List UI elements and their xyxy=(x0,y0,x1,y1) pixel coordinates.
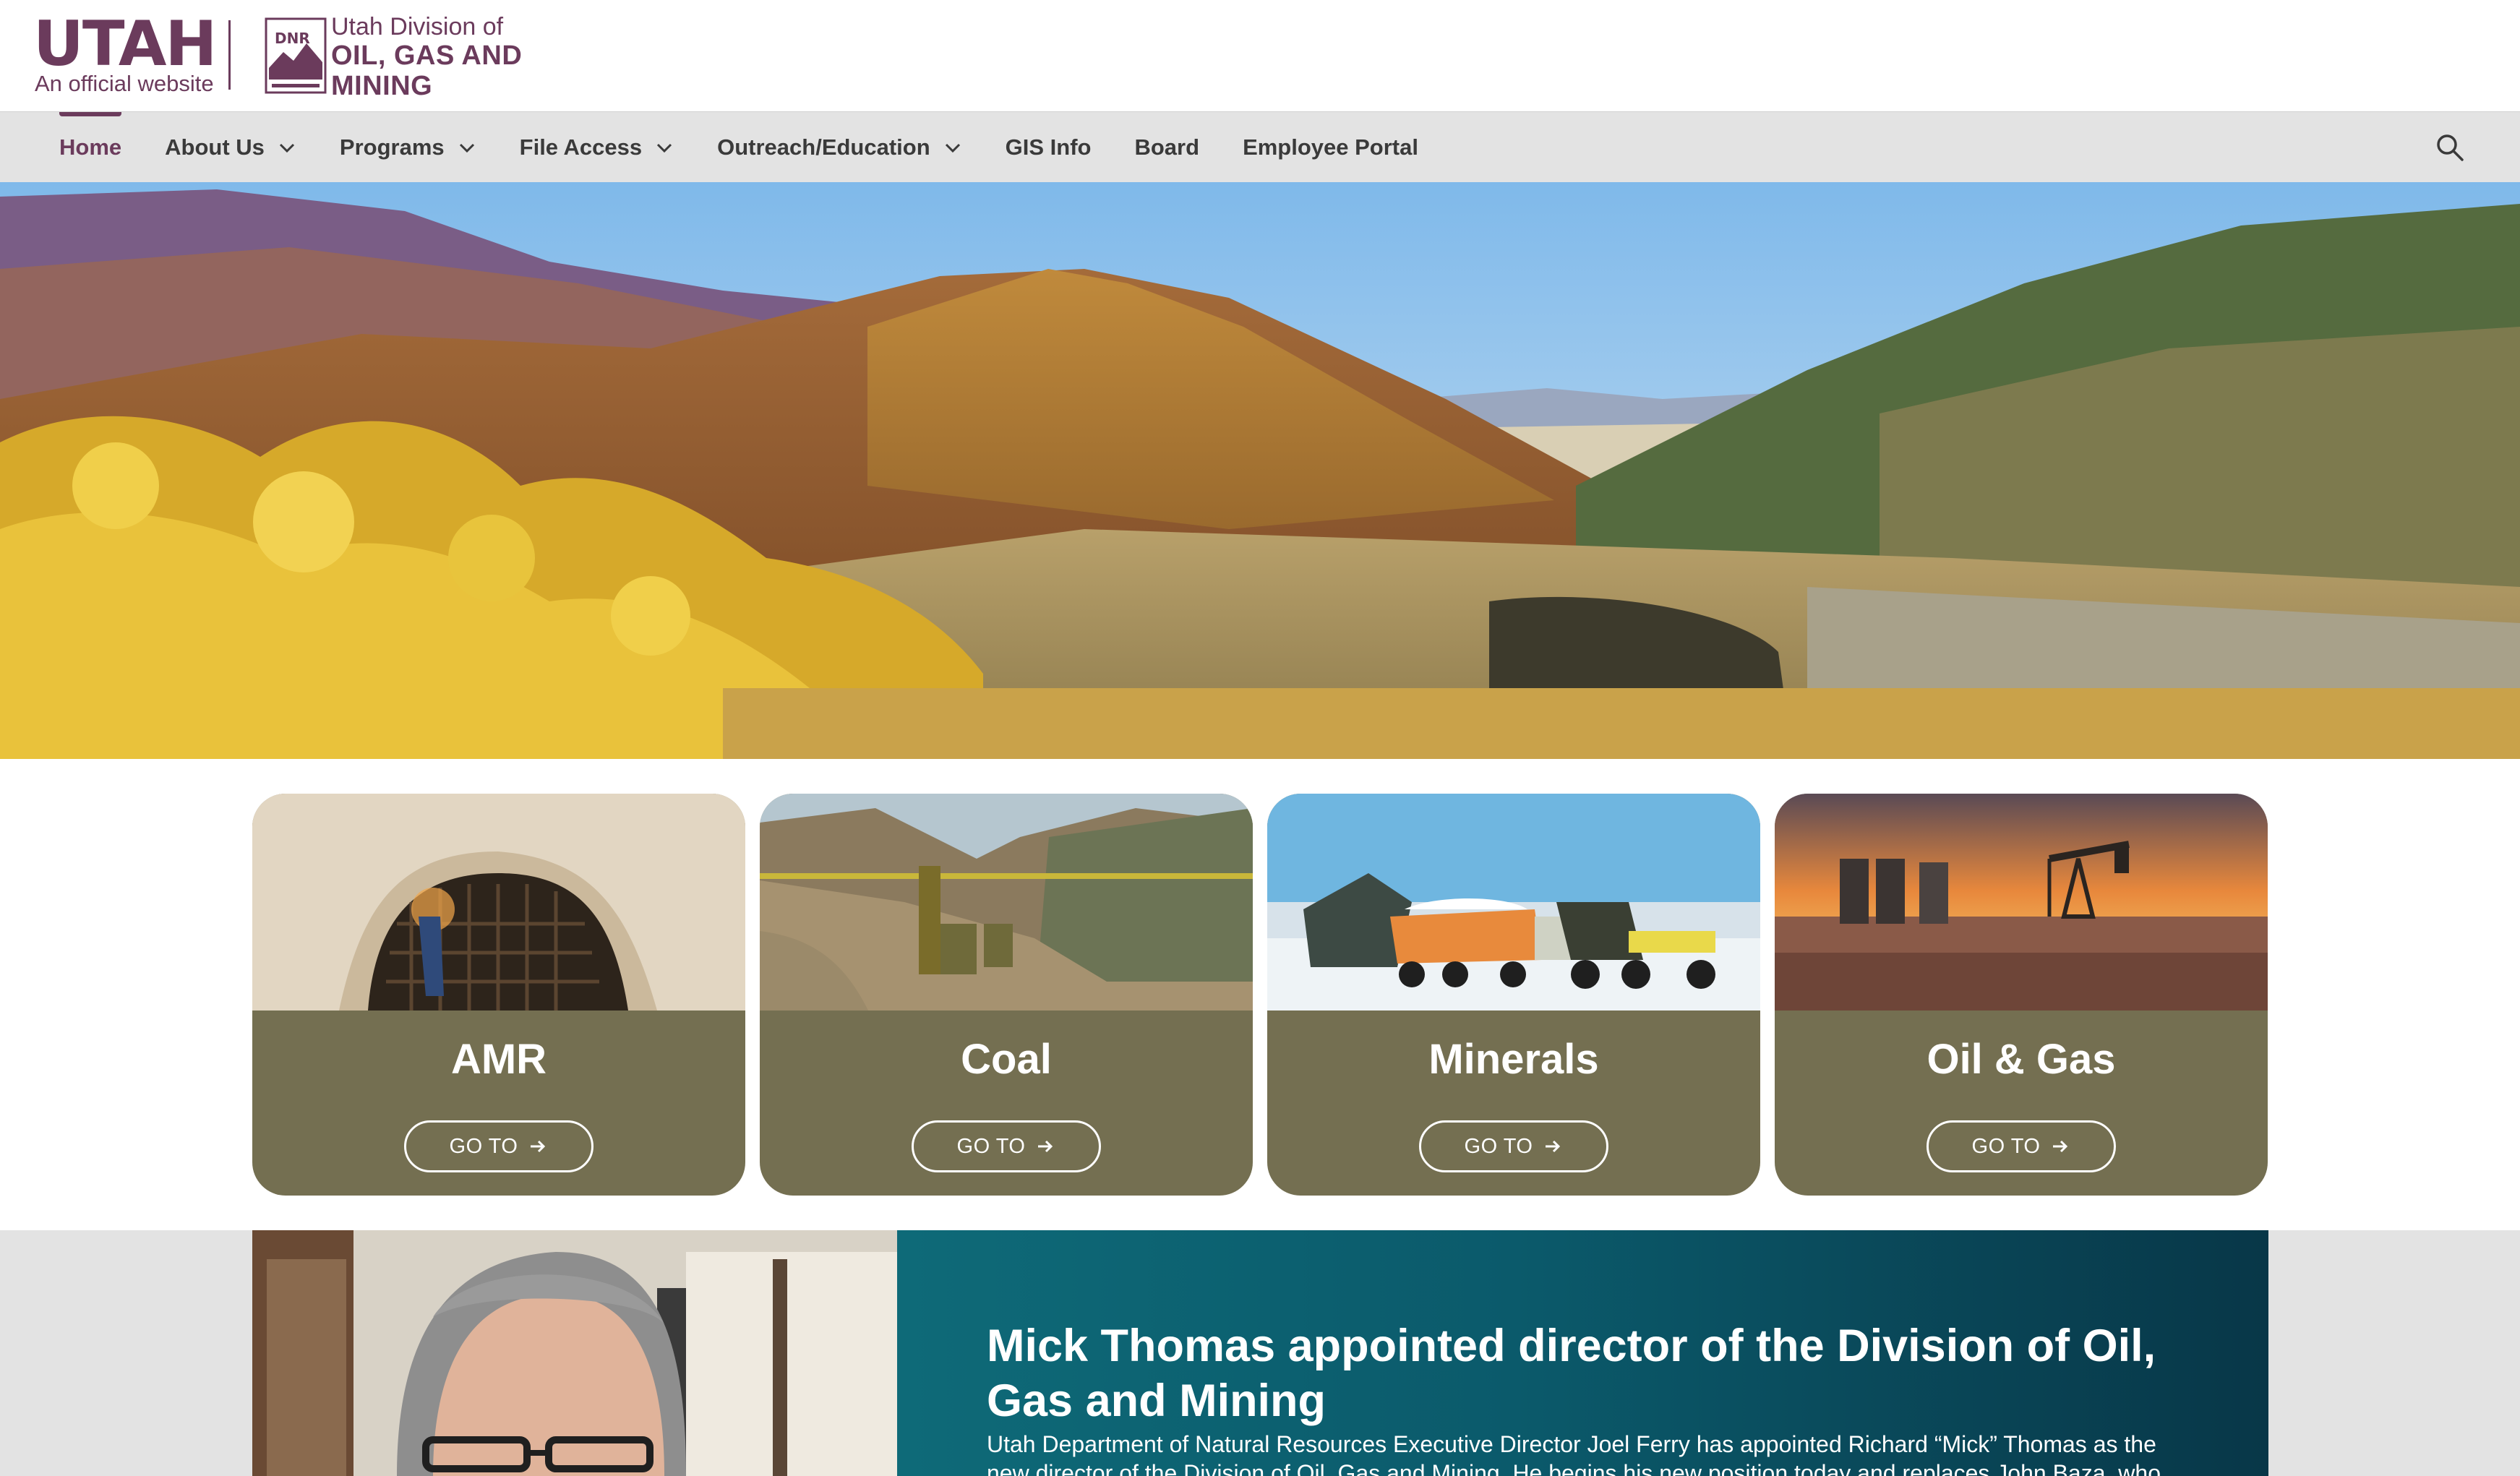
nav-employee-portal[interactable]: Employee Portal xyxy=(1221,112,1440,183)
chevron-down-icon xyxy=(657,143,672,153)
feature-story: Mick Thomas appointed director of the Di… xyxy=(0,1230,2520,1476)
arrow-right-icon xyxy=(1546,1140,1561,1153)
amr-go-to-button[interactable]: GO TO xyxy=(404,1120,593,1172)
card-title: Coal xyxy=(961,1036,1052,1083)
go-to-label: GO TO xyxy=(1971,1134,2041,1158)
feature-headline[interactable]: Mick Thomas appointed director of the Di… xyxy=(987,1318,2201,1428)
nav-programs[interactable]: Programs xyxy=(318,112,498,183)
nav-home[interactable]: Home xyxy=(38,112,143,183)
go-to-label: GO TO xyxy=(449,1134,518,1158)
director-portrait-image xyxy=(252,1230,897,1476)
go-to-label: GO TO xyxy=(956,1134,1026,1158)
nav-employee-portal-label: Employee Portal xyxy=(1243,134,1418,160)
dnr-mark-text: DNR xyxy=(275,30,310,47)
utah-wordmark: UTAH xyxy=(33,8,217,80)
salt-flats-truck-image xyxy=(1267,794,1760,1011)
minerals-photo xyxy=(1267,794,1760,1011)
oil-gas-go-to-button[interactable]: GO TO xyxy=(1927,1120,2116,1172)
chevron-down-icon xyxy=(459,143,474,153)
nav-file-access[interactable]: File Access xyxy=(498,112,695,183)
chevron-down-icon xyxy=(945,143,960,153)
utah-logo[interactable]: UTAH An official website xyxy=(33,13,217,98)
amr-photo xyxy=(252,794,745,1011)
hero-landscape-image xyxy=(0,182,2520,759)
oil-pumpjack-image xyxy=(1775,794,2268,1011)
site-header: UTAH An official website DNR Utah Divisi… xyxy=(0,0,2520,111)
card-title: Minerals xyxy=(1428,1036,1599,1083)
feature-summary: Utah Department of Natural Resources Exe… xyxy=(987,1431,2161,1476)
card-minerals[interactable]: Minerals GO TO xyxy=(1267,794,1760,1196)
nav-file-access-label: File Access xyxy=(519,134,643,160)
arrow-right-icon xyxy=(2053,1140,2068,1153)
oil-gas-photo xyxy=(1775,794,2268,1011)
division-line2: OIL, GAS AND xyxy=(331,40,523,71)
chevron-down-icon xyxy=(279,143,294,153)
nav-programs-label: Programs xyxy=(339,134,445,160)
card-title: Oil & Gas xyxy=(1927,1036,2116,1083)
search-icon[interactable] xyxy=(2433,131,2467,164)
nav-home-label: Home xyxy=(59,134,122,160)
coal-photo xyxy=(760,794,1253,1011)
main-nav: Home About Us Programs File Access Outre… xyxy=(0,111,2520,182)
nav-gis-info[interactable]: GIS Info xyxy=(984,112,1113,183)
program-cards: AMR GO TO Coal GO TO Minerals GO TO Oil … xyxy=(0,759,2520,1230)
division-title[interactable]: Utah Division of OIL, GAS AND MINING xyxy=(331,14,522,100)
card-amr[interactable]: AMR GO TO xyxy=(252,794,745,1196)
feature-panel: Mick Thomas appointed director of the Di… xyxy=(897,1230,2268,1476)
nav-outreach-education[interactable]: Outreach/Education xyxy=(695,112,984,183)
nav-board-label: Board xyxy=(1134,134,1200,160)
coal-conveyor-image xyxy=(760,794,1253,1011)
coal-go-to-button[interactable]: GO TO xyxy=(912,1120,1101,1172)
nav-about-us[interactable]: About Us xyxy=(143,112,318,183)
card-title: AMR xyxy=(450,1036,547,1083)
nav-about-us-label: About Us xyxy=(165,134,265,160)
nav-board[interactable]: Board xyxy=(1113,112,1221,183)
arrow-right-icon xyxy=(1038,1140,1053,1153)
minerals-go-to-button[interactable]: GO TO xyxy=(1419,1120,1608,1172)
arrow-right-icon xyxy=(531,1140,546,1153)
nav-outreach-education-label: Outreach/Education xyxy=(717,134,930,160)
division-line1: Utah Division of xyxy=(331,13,504,40)
nav-list: Home About Us Programs File Access Outre… xyxy=(38,112,1440,183)
official-website-text: An official website xyxy=(35,71,214,96)
director-portrait-photo xyxy=(252,1230,897,1476)
nav-gis-info-label: GIS Info xyxy=(1005,134,1092,160)
go-to-label: GO TO xyxy=(1464,1134,1533,1158)
mine-entrance-image xyxy=(252,794,745,1011)
card-coal[interactable]: Coal GO TO xyxy=(760,794,1253,1196)
hero-banner xyxy=(0,182,2520,759)
card-oil-gas[interactable]: Oil & Gas GO TO xyxy=(1775,794,2268,1196)
dnr-logo-icon[interactable]: DNR xyxy=(265,17,327,94)
logo-divider xyxy=(228,20,231,90)
division-line3: MINING xyxy=(331,71,433,101)
